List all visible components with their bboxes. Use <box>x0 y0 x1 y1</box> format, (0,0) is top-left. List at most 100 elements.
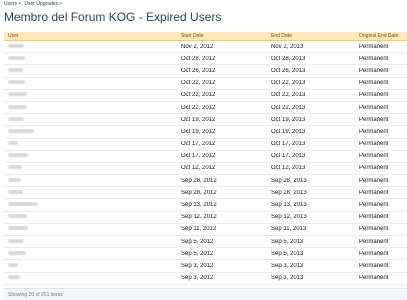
user-cell <box>4 226 181 232</box>
end-date-cell: Sep 28, 2013 <box>271 177 307 184</box>
column-header-user: User <box>8 33 19 39</box>
table-row: Oct 22, 2012 Oct 22, 2013 Permanent <box>4 78 407 90</box>
breadcrumb-item-user-upgrades[interactable]: User Upgrades <box>24 1 58 7</box>
start-date-cell: Oct 28, 2012 <box>181 55 216 62</box>
original-end-date-cell: Permanent <box>359 80 389 87</box>
user-cell <box>4 214 181 220</box>
start-date-cell: Oct 12, 2012 <box>181 165 216 172</box>
end-date-cell: Oct 19, 2013 <box>271 128 306 135</box>
redacted-username[interactable] <box>8 262 18 267</box>
breadcrumb-item-users[interactable]: Users <box>4 1 17 7</box>
table-row: Sep 12, 2012 Sep 12, 2013 Permanent <box>4 212 407 224</box>
original-end-date-cell: Permanent <box>359 202 389 209</box>
user-cell <box>4 262 181 269</box>
end-date-cell: Oct 12, 2013 <box>271 165 306 172</box>
table-row: Oct 17, 2012 Oct 17, 2013 Permanent <box>4 139 407 151</box>
redacted-username[interactable] <box>8 43 24 48</box>
user-cell <box>4 116 181 123</box>
original-end-date-cell: Permanent <box>359 43 389 50</box>
end-date-cell: Oct 17, 2013 <box>271 153 306 160</box>
table-row: Oct 26, 2012 Oct 26, 2013 Permanent <box>4 65 407 78</box>
table-row: Oct 12, 2012 Oct 12, 2013 Permanent <box>4 163 407 176</box>
original-end-date-cell: Permanent <box>359 238 389 245</box>
end-date-cell: Sep 28, 2013 <box>271 189 307 196</box>
original-end-date-cell: Permanent <box>359 67 389 74</box>
original-end-date-cell: Permanent <box>359 226 389 233</box>
redacted-username[interactable] <box>8 238 23 243</box>
user-cell <box>4 141 181 147</box>
redacted-username[interactable] <box>8 116 24 121</box>
end-date-cell: Sep 12, 2013 <box>271 214 307 221</box>
start-date-cell: Sep 13, 2012 <box>181 202 217 209</box>
redacted-username[interactable] <box>8 275 20 280</box>
table-footer: Showing 20 of 251 items <box>4 288 407 300</box>
redacted-username[interactable] <box>8 104 27 109</box>
redacted-username[interactable] <box>8 189 23 194</box>
end-date-cell: Sep 13, 2013 <box>271 202 307 209</box>
original-end-date-cell: Permanent <box>359 92 389 99</box>
redacted-username[interactable] <box>8 55 25 60</box>
breadcrumb-separator: > <box>18 1 21 7</box>
redacted-username[interactable] <box>8 153 28 158</box>
original-end-date-cell: Permanent <box>359 55 389 62</box>
start-date-cell: Sep 11, 2012 <box>181 226 217 233</box>
start-date-cell: Sep 3, 2012 <box>181 275 214 282</box>
table-row: Nov 2, 2012 Nov 2, 2013 Permanent <box>4 41 407 54</box>
user-cell <box>4 55 181 62</box>
expired-users-table: User Start Date End Date Original End Da… <box>4 32 407 285</box>
table-row: Oct 28, 2012 Oct 28, 2013 Permanent <box>4 53 407 66</box>
user-cell <box>4 165 181 171</box>
redacted-username[interactable] <box>8 202 38 207</box>
user-cell <box>4 202 181 208</box>
end-date-cell: Sep 5, 2013 <box>271 238 304 245</box>
user-cell <box>4 177 181 184</box>
column-header-end-date: End Date <box>271 33 292 39</box>
table-row: Sep 28, 2012 Sep 28, 2013 Permanent <box>4 187 407 200</box>
redacted-username[interactable] <box>8 165 22 170</box>
user-cell <box>4 67 181 74</box>
item-count-text: Showing 20 of 251 items <box>8 291 63 298</box>
table-row: Oct 17, 2012 Oct 17, 2013 Permanent <box>4 151 407 163</box>
start-date-cell: Oct 17, 2012 <box>181 153 216 160</box>
redacted-username[interactable] <box>8 128 34 133</box>
original-end-date-cell: Permanent <box>359 177 389 184</box>
start-date-cell: Sep 28, 2012 <box>181 177 217 184</box>
page-title: Membro del Forum KOG - Expired Users <box>4 10 222 24</box>
end-date-cell: Sep 5, 2013 <box>271 250 304 257</box>
user-cell <box>4 250 181 257</box>
redacted-username[interactable] <box>8 92 27 97</box>
breadcrumb-separator: > <box>59 1 62 7</box>
table-row: Sep 13, 2012 Sep 13, 2013 Permanent <box>4 199 407 212</box>
redacted-username[interactable] <box>8 80 25 85</box>
redacted-username[interactable] <box>8 67 23 72</box>
redacted-username[interactable] <box>8 141 18 146</box>
redacted-username[interactable] <box>8 226 28 231</box>
user-cell <box>4 80 181 86</box>
table-row: Oct 19, 2012 Oct 19, 2013 Permanent <box>4 126 407 139</box>
start-date-cell: Oct 19, 2012 <box>181 116 216 123</box>
start-date-cell: Oct 22, 2012 <box>181 104 216 111</box>
table-row: Sep 5, 2012 Sep 5, 2013 Permanent <box>4 248 407 261</box>
start-date-cell: Oct 22, 2012 <box>181 92 216 99</box>
end-date-cell: Oct 22, 2013 <box>271 104 306 111</box>
user-cell <box>4 43 181 50</box>
user-cell <box>4 275 181 281</box>
start-date-cell: Sep 5, 2012 <box>181 238 214 245</box>
table-row: Oct 22, 2012 Oct 22, 2013 Permanent <box>4 90 407 102</box>
table-row: Sep 11, 2012 Sep 11, 2013 Permanent <box>4 224 407 236</box>
original-end-date-cell: Permanent <box>359 214 389 221</box>
end-date-cell: Oct 28, 2013 <box>271 55 306 62</box>
redacted-username[interactable] <box>8 250 26 255</box>
end-date-cell: Sep 3, 2013 <box>271 275 304 282</box>
redacted-username[interactable] <box>8 177 21 182</box>
table-body: Nov 2, 2012 Nov 2, 2013 Permanent Oct 28, 2… <box>4 41 407 285</box>
user-cell <box>4 189 181 196</box>
start-date-cell: Sep 28, 2012 <box>181 189 217 196</box>
table-row: Oct 22, 2012 Oct 22, 2013 Permanent <box>4 102 407 115</box>
user-cell <box>4 153 181 159</box>
table-row: Sep 28, 2012 Sep 28, 2013 Permanent <box>4 175 407 188</box>
original-end-date-cell: Permanent <box>359 153 389 160</box>
user-cell <box>4 92 181 98</box>
redacted-username[interactable] <box>8 214 27 219</box>
end-date-cell: Oct 17, 2013 <box>271 141 306 148</box>
